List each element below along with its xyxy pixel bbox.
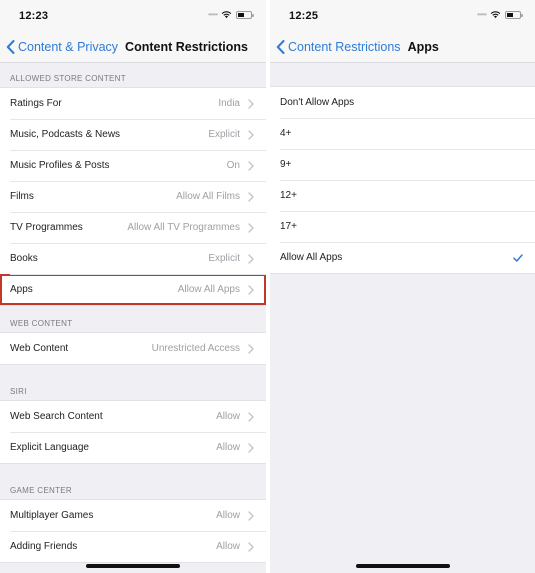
home-indicator[interactable] xyxy=(356,564,450,568)
row-value: Allow All Films xyxy=(176,191,240,202)
settings-group: Ratings For India Music, Podcasts & News Ex… xyxy=(0,87,266,306)
back-button[interactable]: Content & Privacy xyxy=(6,40,118,54)
row-label: Multiplayer Games xyxy=(10,510,94,521)
navigation-bar: Content Restrictions Apps xyxy=(270,32,535,63)
apps-restriction-screen: 12:25 ••••• Content Restrictions Apps Do… xyxy=(270,0,535,573)
battery-icon xyxy=(505,10,523,19)
battery-icon xyxy=(236,10,254,19)
settings-row-apps[interactable]: Apps Allow All Apps xyxy=(0,274,266,305)
row-value: Allow All Apps xyxy=(177,284,240,295)
option-don-t-allow-apps[interactable]: Don't Allow Apps xyxy=(270,87,535,118)
signal-icon: ••••• xyxy=(476,10,487,19)
chevron-left-icon xyxy=(276,40,285,54)
row-label: Books xyxy=(10,253,38,264)
chevron-right-icon xyxy=(248,541,254,552)
option-label: 17+ xyxy=(280,221,297,232)
status-icons: ••••• xyxy=(207,10,254,19)
row-value: Explicit xyxy=(208,253,240,264)
row-value: Unrestricted Access xyxy=(151,343,240,354)
chevron-right-icon xyxy=(248,253,254,264)
option-label: 4+ xyxy=(280,128,292,139)
option-label: 9+ xyxy=(280,159,292,170)
row-value: On xyxy=(226,160,240,171)
option-9-plus[interactable]: 9+ xyxy=(270,149,535,180)
settings-row-music-profiles-posts[interactable]: Music Profiles & Posts On xyxy=(0,150,266,181)
row-value: Allow xyxy=(216,510,240,521)
settings-row-explicit-language[interactable]: Explicit Language Allow xyxy=(0,432,266,463)
back-button-label: Content & Privacy xyxy=(18,40,119,54)
chevron-right-icon xyxy=(248,191,254,202)
settings-group: Web Search Content Allow Explicit Language… xyxy=(0,400,266,464)
row-value: Allow All TV Programmes xyxy=(127,222,240,233)
option-label: Don't Allow Apps xyxy=(280,97,355,108)
content-restrictions-screen: 12:23 ••••• Content & Privacy Content Re… xyxy=(0,0,266,573)
option-allow-all-apps[interactable]: Allow All Apps xyxy=(270,242,535,273)
row-value: Allow xyxy=(216,411,240,422)
section-header: WEB CONTENT xyxy=(10,319,73,328)
status-time: 12:25 xyxy=(289,10,319,22)
row-label: TV Programmes xyxy=(10,222,83,233)
row-value: Explicit xyxy=(208,129,240,140)
option-4-plus[interactable]: 4+ xyxy=(270,118,535,149)
chevron-right-icon xyxy=(248,411,254,422)
section-header: GAME CENTER xyxy=(10,486,72,495)
row-label: Ratings For xyxy=(10,98,62,109)
settings-group: Multiplayer Games Allow Adding Friends Allo… xyxy=(0,499,266,563)
navigation-bar: Content & Privacy Content Restrictions xyxy=(0,32,266,63)
back-button[interactable]: Content Restrictions xyxy=(276,40,401,54)
option-label: Allow All Apps xyxy=(280,252,343,263)
chevron-right-icon xyxy=(248,343,254,354)
page-title: Apps xyxy=(407,40,439,54)
checkmark-icon xyxy=(513,253,523,262)
chevron-right-icon xyxy=(248,442,254,453)
row-value: Allow xyxy=(216,442,240,453)
row-label: Adding Friends xyxy=(10,541,78,552)
status-bar: 12:25 ••••• xyxy=(270,0,535,32)
page-title: Content Restrictions xyxy=(125,40,248,54)
section-header: ALLOWED STORE CONTENT xyxy=(10,74,126,83)
row-value: India xyxy=(218,98,240,109)
settings-row-books[interactable]: Books Explicit xyxy=(0,243,266,274)
settings-row-ratings-for[interactable]: Ratings For India xyxy=(0,88,266,119)
chevron-right-icon xyxy=(248,510,254,521)
settings-row-music-podcasts-news[interactable]: Music, Podcasts & News Explicit xyxy=(0,119,266,150)
chevron-right-icon xyxy=(248,129,254,140)
row-label: Explicit Language xyxy=(10,442,89,453)
settings-row-web-content[interactable]: Web Content Unrestricted Access xyxy=(0,333,266,364)
settings-row-tv-programmes[interactable]: TV Programmes Allow All TV Programmes xyxy=(0,212,266,243)
settings-row-adding-friends[interactable]: Adding Friends Allow xyxy=(0,531,266,562)
row-label: Web Content xyxy=(10,343,69,354)
settings-list: ALLOWED STORE CONTENT Ratings For India Mus… xyxy=(0,63,266,563)
option-12-plus[interactable]: 12+ xyxy=(270,180,535,211)
settings-row-films[interactable]: Films Allow All Films xyxy=(0,181,266,212)
row-label: Films xyxy=(10,191,34,202)
row-value: Allow xyxy=(216,541,240,552)
chevron-right-icon xyxy=(248,284,254,295)
home-indicator[interactable] xyxy=(86,564,180,568)
option-label: 12+ xyxy=(280,190,297,201)
option-17-plus[interactable]: 17+ xyxy=(270,211,535,242)
app-rating-options: Don't Allow Apps 4+ 9+ 12+ 17+ Allow All Apps xyxy=(270,86,535,274)
row-label: Music, Podcasts & News xyxy=(10,129,121,140)
status-icons: ••••• xyxy=(476,10,523,19)
settings-group: Web Content Unrestricted Access xyxy=(0,332,266,365)
wifi-icon xyxy=(221,11,232,19)
settings-row-multiplayer-games[interactable]: Multiplayer Games Allow xyxy=(0,500,266,531)
status-bar: 12:23 ••••• xyxy=(0,0,266,32)
row-label: Web Search Content xyxy=(10,411,103,422)
settings-row-web-search-content[interactable]: Web Search Content Allow xyxy=(0,401,266,432)
chevron-left-icon xyxy=(6,40,15,54)
chevron-right-icon xyxy=(248,98,254,109)
chevron-right-icon xyxy=(248,160,254,171)
signal-icon: ••••• xyxy=(207,10,218,19)
status-time: 12:23 xyxy=(19,10,49,22)
wifi-icon xyxy=(490,11,501,19)
chevron-right-icon xyxy=(248,222,254,233)
row-label: Apps xyxy=(10,284,33,295)
back-button-label: Content Restrictions xyxy=(288,40,401,54)
row-label: Music Profiles & Posts xyxy=(10,160,110,171)
section-header: SIRI xyxy=(10,387,27,396)
